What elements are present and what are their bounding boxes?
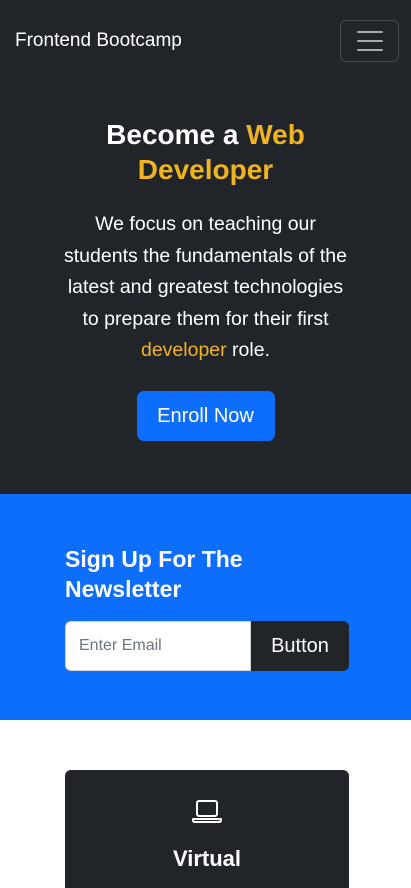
laptop-icon xyxy=(192,798,222,828)
newsletter-title: Sign Up For The Newsletter xyxy=(65,546,243,602)
newsletter-input-group: Button xyxy=(65,621,349,671)
brand-link[interactable]: Frontend Bootcamp xyxy=(15,30,182,52)
feature-card-virtual: Virtual xyxy=(65,770,349,888)
navbar-toggler-button[interactable] xyxy=(340,20,399,62)
features-section: Virtual xyxy=(0,720,411,888)
hero-description-accent: developer xyxy=(140,339,227,361)
email-input[interactable] xyxy=(65,621,251,671)
newsletter-section: Sign Up For The Newsletter Button xyxy=(0,494,411,720)
hero-description: We focus on teaching our students the fu… xyxy=(64,213,347,361)
hero-section: Become a Web Developer We focus on teach… xyxy=(0,82,411,494)
feature-card-title: Virtual xyxy=(172,846,242,871)
navbar: Frontend Bootcamp xyxy=(0,0,411,82)
hero-title: Become a Web Developer xyxy=(106,119,305,185)
newsletter-submit-button[interactable]: Button xyxy=(251,621,349,671)
enroll-now-button[interactable]: Enroll Now xyxy=(136,390,275,441)
